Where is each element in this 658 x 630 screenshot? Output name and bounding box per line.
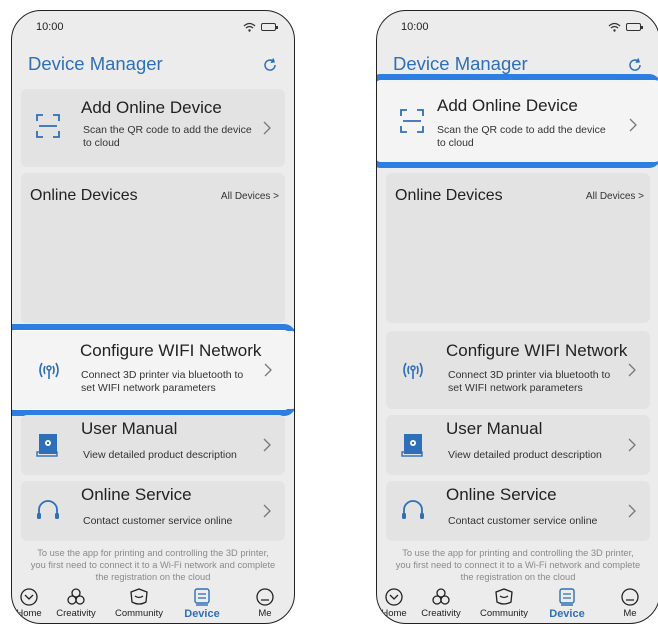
status-time: 10:00	[36, 21, 64, 33]
status-icons	[243, 22, 278, 32]
add-online-device-card[interactable]: Add Online Device Scan the QR code to ad…	[377, 80, 658, 162]
nav-creativity[interactable]: Creativity	[411, 587, 471, 619]
configure-wifi-title: Configure WIFI Network	[446, 341, 628, 360]
chevron-right-icon	[264, 363, 272, 377]
community-icon	[495, 588, 513, 605]
home-icon	[385, 588, 403, 606]
add-device-title: Add Online Device	[81, 98, 222, 117]
add-device-desc: Scan the QR code to add the device to cl…	[83, 124, 252, 149]
add-device-title: Add Online Device	[437, 96, 578, 115]
nav-community-label: Community	[479, 608, 529, 619]
nav-community-label: Community	[114, 608, 164, 619]
me-icon	[621, 588, 639, 606]
nav-me-label: Me	[258, 608, 272, 619]
headset-icon	[402, 500, 424, 519]
wifi-signal-icon	[608, 22, 621, 32]
chevron-right-icon	[263, 504, 271, 518]
online-service-card[interactable]: Online Service Contact customer service …	[386, 481, 650, 541]
online-service-desc: Contact customer service online	[83, 515, 233, 527]
creativity-icon	[432, 588, 450, 605]
online-devices-panel: Online Devices All Devices >	[21, 173, 285, 323]
user-manual-desc: View detailed product description	[448, 449, 602, 461]
creativity-icon	[67, 588, 85, 605]
all-devices-link[interactable]: All Devices >	[586, 191, 644, 202]
add-device-desc: Scan the QR code to add the device to cl…	[437, 124, 606, 149]
nav-home-label: Home	[16, 608, 42, 619]
chevron-right-icon	[628, 363, 636, 377]
registration-note: To use the app for printing and controll…	[30, 548, 276, 582]
user-manual-card[interactable]: User Manual View detailed product descri…	[386, 415, 650, 475]
bottom-nav: Home Creativity Community Device Me	[377, 587, 658, 623]
nav-home[interactable]: Home	[14, 587, 44, 619]
chevron-right-icon	[628, 504, 636, 518]
nav-device-label: Device	[184, 608, 220, 620]
scan-qr-icon	[400, 109, 424, 133]
battery-icon	[626, 23, 643, 31]
bluetooth-signal-icon	[403, 362, 423, 379]
nav-community[interactable]: Community	[473, 587, 535, 619]
nav-community[interactable]: Community	[108, 587, 170, 619]
nav-device-label: Device	[549, 608, 585, 620]
nav-creativity-label: Creativity	[56, 608, 96, 619]
refresh-icon[interactable]	[262, 57, 278, 73]
online-service-desc: Contact customer service online	[448, 515, 598, 527]
manual-book-icon	[36, 434, 58, 457]
online-devices-panel: Online Devices All Devices >	[386, 173, 650, 323]
nav-home[interactable]: Home	[379, 587, 409, 619]
phone-screen-left: 10:00 Device Manager Add Online Device S…	[11, 10, 295, 624]
nav-me[interactable]: Me	[617, 587, 643, 619]
bluetooth-signal-icon	[39, 362, 59, 379]
online-devices-label: Online Devices	[30, 187, 138, 204]
nav-creativity[interactable]: Creativity	[46, 587, 106, 619]
status-time: 10:00	[401, 21, 429, 33]
online-service-card[interactable]: Online Service Contact customer service …	[21, 481, 285, 541]
community-icon	[130, 588, 148, 605]
add-online-device-card[interactable]: Add Online Device Scan the QR code to ad…	[21, 89, 285, 167]
battery-icon	[261, 23, 278, 31]
nav-device[interactable]: Device	[539, 587, 595, 620]
online-service-title: Online Service	[446, 485, 557, 504]
registration-note: To use the app for printing and controll…	[395, 548, 641, 582]
user-manual-title: User Manual	[446, 419, 543, 438]
page-title: Device Manager	[28, 53, 163, 74]
device-icon	[194, 588, 210, 606]
chevron-right-icon	[263, 121, 271, 135]
status-bar: 10:00	[36, 21, 278, 37]
device-icon	[559, 588, 575, 606]
status-bar: 10:00	[401, 21, 643, 37]
chevron-right-icon	[629, 118, 637, 132]
nav-creativity-label: Creativity	[421, 608, 461, 619]
manual-book-icon	[401, 434, 423, 457]
home-icon	[20, 588, 38, 606]
headset-icon	[37, 500, 59, 519]
nav-me-label: Me	[623, 608, 637, 619]
refresh-icon[interactable]	[627, 57, 643, 73]
page-title: Device Manager	[393, 53, 528, 74]
nav-me[interactable]: Me	[252, 587, 278, 619]
phone-screen-right: 10:00 Device Manager Add Online Device S…	[376, 10, 658, 624]
configure-wifi-desc: Connect 3D printer via bluetooth to set …	[81, 369, 244, 394]
nav-device[interactable]: Device	[174, 587, 230, 620]
bottom-nav: Home Creativity Community Device Me	[12, 587, 294, 623]
user-manual-title: User Manual	[81, 419, 178, 438]
chevron-right-icon	[628, 438, 636, 452]
user-manual-card[interactable]: User Manual View detailed product descri…	[21, 415, 285, 475]
online-service-title: Online Service	[81, 485, 192, 504]
configure-wifi-title: Configure WIFI Network	[80, 341, 262, 360]
online-devices-label: Online Devices	[395, 187, 503, 204]
me-icon	[256, 588, 274, 606]
user-manual-desc: View detailed product description	[83, 449, 237, 461]
nav-home-label: Home	[381, 608, 407, 619]
configure-wifi-card[interactable]: Configure WIFI Network Connect 3D printe…	[386, 331, 650, 409]
wifi-signal-icon	[243, 22, 256, 32]
all-devices-link[interactable]: All Devices >	[221, 191, 279, 202]
configure-wifi-card[interactable]: Configure WIFI Network Connect 3D printe…	[12, 331, 294, 409]
status-icons	[608, 22, 643, 32]
chevron-right-icon	[263, 438, 271, 452]
scan-qr-icon	[36, 114, 60, 138]
configure-wifi-desc: Connect 3D printer via bluetooth to set …	[448, 369, 611, 394]
